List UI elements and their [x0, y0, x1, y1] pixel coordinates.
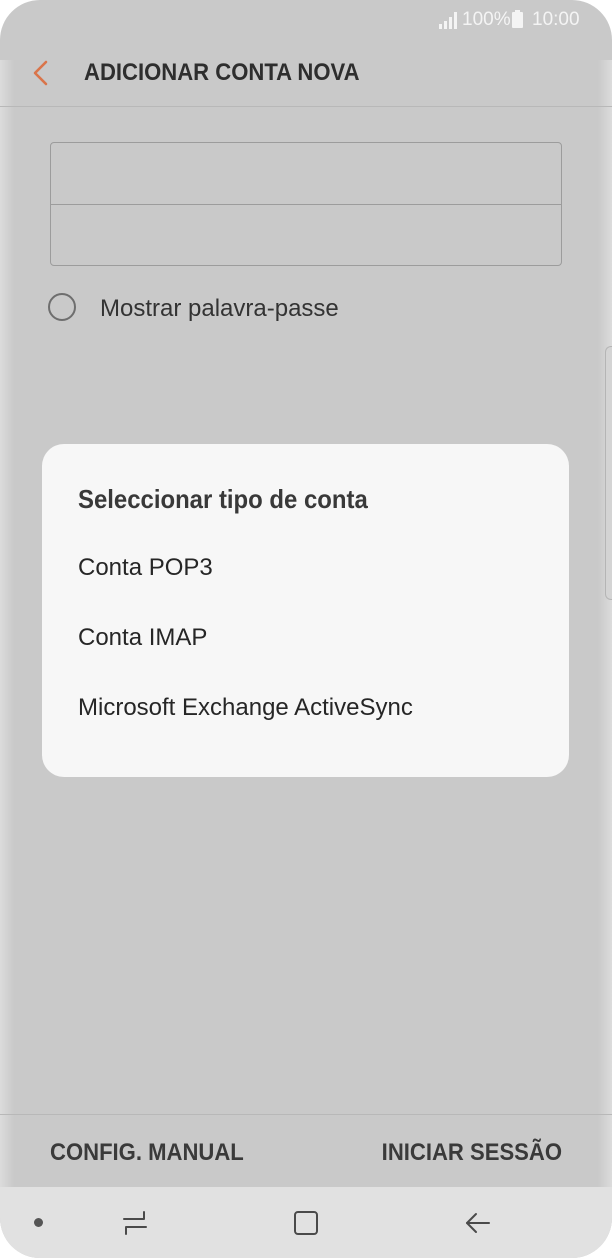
option-exchange-activesync[interactable]: Microsoft Exchange ActiveSync — [78, 694, 413, 722]
app-header: ADICIONAR CONTA NOVA — [0, 40, 612, 107]
signal-icon — [439, 12, 457, 29]
credentials-box — [50, 142, 562, 266]
dialog-title: Seleccionar tipo de conta — [78, 484, 368, 514]
status-bar: 100% 10:00 — [0, 0, 612, 40]
home-icon[interactable] — [292, 1209, 320, 1237]
edge-panel-handle[interactable] — [605, 346, 612, 600]
sign-in-button[interactable]: INICIAR SESSÃO — [382, 1139, 562, 1167]
show-password-radio[interactable] — [48, 293, 76, 321]
show-password-label[interactable]: Mostrar palavra-passe — [100, 295, 339, 323]
screen-edge-right — [598, 60, 612, 1200]
battery-percent: 100% — [462, 9, 511, 30]
back-icon[interactable] — [464, 1209, 492, 1237]
phone-screen: 100% 10:00 ADICIONAR CONTA NOVA Mostrar … — [0, 0, 612, 1258]
manual-setup-button[interactable]: CONFIG. MANUAL — [50, 1139, 244, 1167]
clock: 10:00 — [532, 9, 580, 30]
password-field[interactable] — [51, 205, 561, 266]
bottom-action-bar: CONFIG. MANUAL INICIAR SESSÃO — [0, 1114, 612, 1187]
option-imap[interactable]: Conta IMAP — [78, 624, 207, 652]
chevron-left-icon[interactable] — [28, 58, 54, 88]
option-pop3[interactable]: Conta POP3 — [78, 554, 213, 582]
email-field[interactable] — [51, 143, 561, 205]
navigation-bar — [0, 1187, 612, 1258]
nav-bar-dot-icon[interactable] — [34, 1218, 43, 1227]
page-title: ADICIONAR CONTA NOVA — [84, 59, 360, 86]
screen-edge-left — [0, 60, 14, 1200]
recent-apps-icon[interactable] — [120, 1209, 150, 1237]
battery-icon — [512, 10, 523, 28]
account-type-dialog: Seleccionar tipo de conta Conta POP3 Con… — [42, 444, 569, 777]
